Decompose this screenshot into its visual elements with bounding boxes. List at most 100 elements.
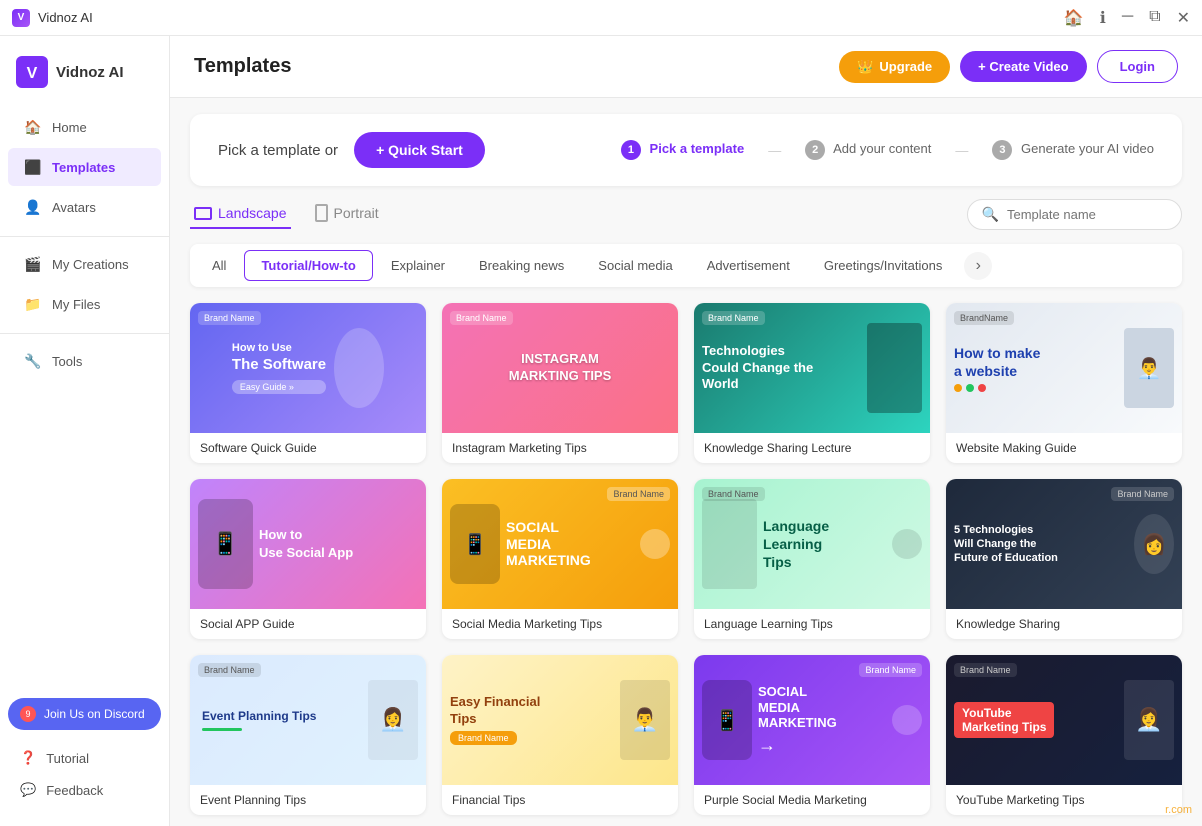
templates-icon: ⬛ xyxy=(24,158,42,176)
tab-portrait[interactable]: Portrait xyxy=(311,198,383,230)
app-name-title: Vidnoz AI xyxy=(38,10,93,25)
discord-button[interactable]: 9 Join Us on Discord xyxy=(8,698,161,730)
title-bar-left: V Vidnoz AI xyxy=(12,9,93,27)
tab-all[interactable]: All xyxy=(196,251,242,280)
crown-icon: 👑 xyxy=(857,59,873,75)
feedback-icon: 💬 xyxy=(20,782,36,798)
tab-tutorial-label: Tutorial/How-to xyxy=(261,258,355,273)
thumb-instagram: Brand Name INSTAGRAMMARKTING TIPS xyxy=(442,303,678,433)
search-box: 🔍 xyxy=(967,199,1182,230)
template-card-purple-social[interactable]: Brand Name 📱 SOCIALMEDIAMARKETING → Purp… xyxy=(694,655,930,815)
sidebar-item-files-label: My Files xyxy=(52,297,100,312)
tab-explainer[interactable]: Explainer xyxy=(375,251,461,280)
search-input[interactable] xyxy=(1007,207,1167,222)
label-purple-social: Purple Social Media Marketing xyxy=(694,785,930,815)
sidebar-divider-1 xyxy=(0,236,169,237)
step-2-num: 2 xyxy=(805,140,825,160)
sidebar-item-avatars[interactable]: 👤 Avatars xyxy=(8,188,161,226)
sidebar-item-avatars-label: Avatars xyxy=(52,200,96,215)
template-card-website-guide[interactable]: BrandName How to makea website 👨‍💼 xyxy=(946,303,1182,463)
sidebar-item-my-creations[interactable]: 🎬 My Creations xyxy=(8,245,161,283)
sidebar-item-home[interactable]: 🏠 Home xyxy=(8,108,161,146)
template-card-instagram[interactable]: Brand Name INSTAGRAMMARKTING TIPS Instag… xyxy=(442,303,678,463)
template-card-knowledge-lecture[interactable]: Brand Name TechnologiesCould Change theW… xyxy=(694,303,930,463)
svg-text:V: V xyxy=(27,65,38,82)
thumb-youtube-marketing: Brand Name YouTubeMarketing Tips 👩‍💼 xyxy=(946,655,1182,785)
template-card-youtube-marketing[interactable]: Brand Name YouTubeMarketing Tips 👩‍💼 You… xyxy=(946,655,1182,815)
tab-landscape[interactable]: Landscape xyxy=(190,199,291,229)
tab-breaking-news[interactable]: Breaking news xyxy=(463,251,580,280)
maximize-button[interactable]: ⧉ xyxy=(1149,8,1160,28)
upgrade-label: Upgrade xyxy=(879,59,932,74)
title-bar: V Vidnoz AI 🏠 ℹ ─ ⧉ ✕ xyxy=(0,0,1202,36)
template-card-software-guide[interactable]: Brand Name How to Use The Software Easy … xyxy=(190,303,426,463)
sidebar-logo-text: Vidnoz AI xyxy=(56,64,124,81)
minimize-button[interactable]: ─ xyxy=(1122,8,1133,28)
template-card-financial-tips[interactable]: Easy FinancialTips Brand Name 👨‍💼 Financ… xyxy=(442,655,678,815)
sidebar-item-tutorial[interactable]: ❓ Tutorial xyxy=(8,742,161,774)
avatars-icon: 👤 xyxy=(24,198,42,216)
tab-all-label: All xyxy=(212,258,226,273)
portrait-label: Portrait xyxy=(334,205,379,221)
app-logo-small: V xyxy=(12,9,30,27)
category-tabs: All Tutorial/How-to Explainer Breaking n… xyxy=(190,244,1182,287)
sidebar: V Vidnoz AI 🏠 Home ⬛ Templates 👤 Avatars… xyxy=(0,36,170,826)
sidebar-item-templates-label: Templates xyxy=(52,160,115,175)
template-card-language-learning[interactable]: Brand Name LanguageLearningTips Language… xyxy=(694,479,930,639)
tutorial-label: Tutorial xyxy=(46,751,89,766)
sidebar-item-my-files[interactable]: 📁 My Files xyxy=(8,285,161,323)
close-button[interactable]: ✕ xyxy=(1177,8,1190,28)
step-3-label: Generate your AI video xyxy=(1021,141,1154,156)
thumb-purple-social: Brand Name 📱 SOCIALMEDIAMARKETING → xyxy=(694,655,930,785)
template-card-knowledge-sharing[interactable]: Brand Name 5 TechnologiesWill Change the… xyxy=(946,479,1182,639)
tab-ad-label: Advertisement xyxy=(707,258,790,273)
tab-greetings[interactable]: Greetings/Invitations xyxy=(808,251,959,280)
label-knowledge-sharing: Knowledge Sharing xyxy=(946,609,1182,639)
discord-badge: 9 xyxy=(20,706,36,722)
window-controls[interactable]: 🏠 ℹ ─ ⧉ ✕ xyxy=(1064,8,1190,28)
sidebar-logo: V Vidnoz AI xyxy=(0,48,169,108)
template-card-event-planning[interactable]: Brand Name Event Planning Tips 👩‍💼 Event… xyxy=(190,655,426,815)
login-button[interactable]: Login xyxy=(1097,50,1178,83)
upgrade-button[interactable]: 👑 Upgrade xyxy=(839,51,950,83)
header-actions: 👑 Upgrade + Create Video Login xyxy=(839,50,1178,83)
label-social-media-marketing: Social Media Marketing Tips xyxy=(442,609,678,639)
quickstart-left: Pick a template or + Quick Start xyxy=(218,132,485,168)
tab-social-media[interactable]: Social media xyxy=(582,251,688,280)
label-youtube-marketing: YouTube Marketing Tips xyxy=(946,785,1182,815)
step-3-num: 3 xyxy=(992,140,1012,160)
quickstart-text: Pick a template or xyxy=(218,142,338,159)
thumb-language-learning: Brand Name LanguageLearningTips xyxy=(694,479,930,609)
sidebar-item-tools[interactable]: 🔧 Tools xyxy=(8,342,161,380)
tab-social-label: Social media xyxy=(598,258,672,273)
label-software-guide: Software Quick Guide xyxy=(190,433,426,463)
sidebar-item-tools-label: Tools xyxy=(52,354,82,369)
label-social-app: Social APP Guide xyxy=(190,609,426,639)
landscape-icon xyxy=(194,207,212,220)
sidebar-item-templates[interactable]: ⬛ Templates xyxy=(8,148,161,186)
orientation-tabs: Landscape Portrait xyxy=(190,198,383,230)
tab-advertisement[interactable]: Advertisement xyxy=(691,251,806,280)
search-icon: 🔍 xyxy=(982,206,999,223)
sidebar-item-feedback[interactable]: 💬 Feedback xyxy=(8,774,161,806)
step-1-label: Pick a template xyxy=(650,141,745,156)
create-video-button[interactable]: + Create Video xyxy=(960,51,1086,82)
thumb-instagram-text: INSTAGRAMMARKTING TIPS xyxy=(501,343,620,393)
more-categories-button[interactable]: › xyxy=(964,252,992,280)
create-label: + Create Video xyxy=(978,59,1068,74)
tab-greetings-label: Greetings/Invitations xyxy=(824,258,943,273)
minimize-icon[interactable]: 🏠 xyxy=(1064,8,1084,28)
thumb-website-guide: BrandName How to makea website 👨‍💼 xyxy=(946,303,1182,433)
quickstart-button[interactable]: + Quick Start xyxy=(354,132,485,168)
login-label: Login xyxy=(1120,59,1155,74)
landscape-label: Landscape xyxy=(218,205,287,221)
template-card-social-media-marketing[interactable]: Brand Name 📱 SOCIALMEDIAMARKETING Social… xyxy=(442,479,678,639)
my-creations-icon: 🎬 xyxy=(24,255,42,273)
template-card-social-app[interactable]: 📱 How toUse Social App Social APP Guide xyxy=(190,479,426,639)
tab-breaking-label: Breaking news xyxy=(479,258,564,273)
tab-tutorial[interactable]: Tutorial/How-to xyxy=(244,250,372,281)
info-icon[interactable]: ℹ xyxy=(1100,8,1106,28)
tab-explainer-label: Explainer xyxy=(391,258,445,273)
step-1-num: 1 xyxy=(621,140,641,160)
thumb-social-media-marketing: Brand Name 📱 SOCIALMEDIAMARKETING xyxy=(442,479,678,609)
